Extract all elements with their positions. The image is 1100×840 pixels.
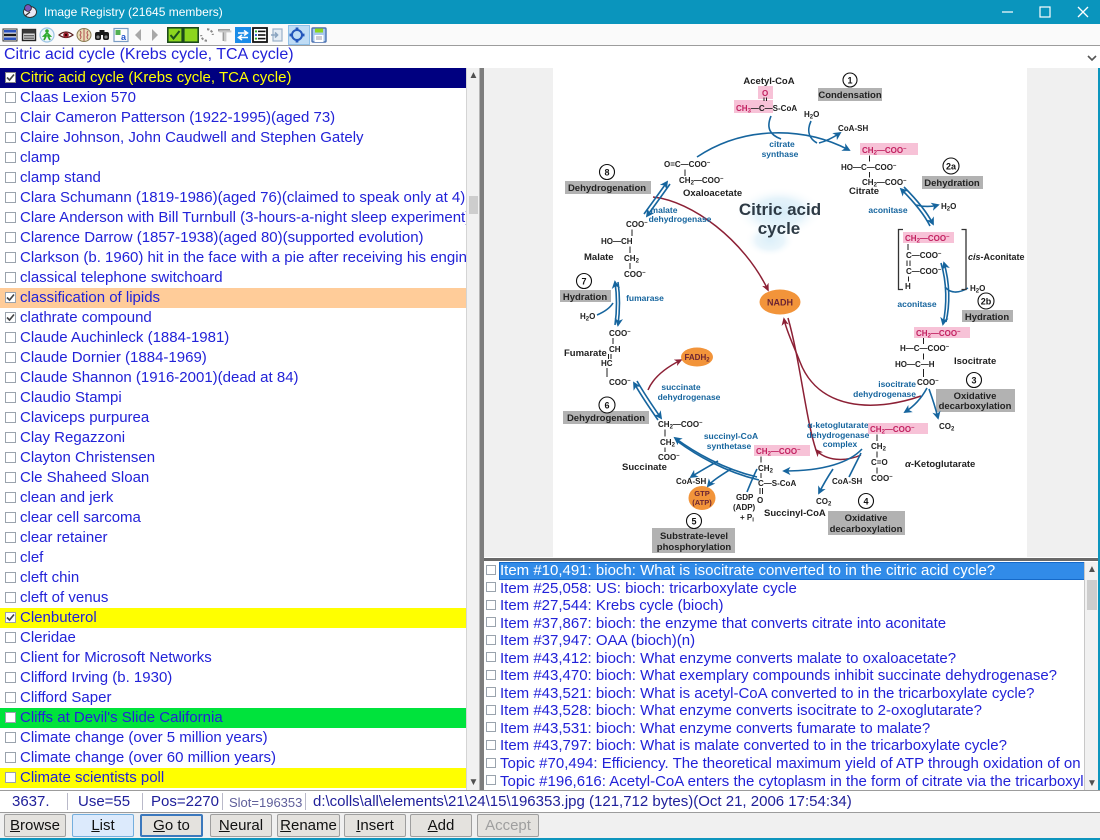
svg-text:7: 7 — [581, 277, 586, 287]
svg-text:2b: 2b — [981, 297, 992, 307]
svg-text:Acetyl-CoA: Acetyl-CoA — [743, 76, 794, 87]
svg-text:CoA-SH: CoA-SH — [676, 477, 706, 486]
svg-text:6: 6 — [604, 401, 609, 411]
svg-text:Dehydration: Dehydration — [924, 178, 980, 189]
svg-text:Dehydrogenation: Dehydrogenation — [568, 183, 646, 194]
svg-text:HO—C—H: HO—C—H — [895, 360, 935, 369]
svg-text:CH2: CH2 — [871, 442, 887, 453]
svg-text:dehydrogenase: dehydrogenase — [649, 214, 712, 224]
svg-text:CH2: CH2 — [660, 438, 676, 449]
svg-text:CH2: CH2 — [758, 464, 774, 475]
svg-text:aconitase: aconitase — [897, 299, 936, 309]
svg-text:H2O: H2O — [941, 202, 956, 213]
svg-text:aconitase: aconitase — [868, 205, 907, 215]
svg-text:COO–: COO– — [917, 378, 939, 387]
svg-text:(ADP): (ADP) — [733, 503, 756, 512]
svg-text:CH2—COO–: CH2—COO– — [679, 176, 724, 187]
svg-text:C—COO–: C—COO– — [906, 251, 942, 260]
svg-text:COO–: COO– — [624, 270, 646, 279]
svg-text:5: 5 — [691, 517, 696, 527]
svg-text:H2O: H2O — [970, 284, 985, 295]
svg-text:COO–: COO– — [609, 329, 631, 338]
svg-text:CoA-SH: CoA-SH — [832, 477, 862, 486]
svg-text:CH3—C—S-CoA: CH3—C—S-CoA — [736, 104, 797, 115]
svg-text:4: 4 — [863, 497, 868, 507]
svg-text:fumarase: fumarase — [626, 293, 664, 303]
svg-text:HO—CH: HO—CH — [601, 237, 633, 246]
svg-text:NADH: NADH — [767, 298, 793, 308]
svg-text:CH2—COO–: CH2—COO– — [862, 146, 907, 157]
svg-text:CH: CH — [609, 345, 621, 354]
svg-text:+ Pi: + Pi — [740, 513, 754, 524]
svg-text:CO2: CO2 — [939, 422, 955, 433]
svg-text:COO–: COO– — [626, 220, 648, 229]
svg-text:O=C—COO–: O=C—COO– — [664, 160, 711, 169]
svg-text:succinyl-CoA: succinyl-CoA — [704, 431, 758, 441]
svg-text:CH2—COO–: CH2—COO– — [905, 234, 950, 245]
svg-text:COO–: COO– — [609, 378, 631, 387]
svg-text:C=O: C=O — [871, 458, 888, 467]
svg-text:2a: 2a — [946, 162, 957, 172]
svg-text:Condensation: Condensation — [818, 90, 882, 101]
svg-text:decarboxylation: decarboxylation — [939, 401, 1012, 412]
svg-text:dehydrogenase: dehydrogenase — [658, 392, 721, 402]
svg-text:HC: HC — [601, 359, 613, 368]
svg-text:CH2—COO–: CH2—COO– — [870, 425, 915, 436]
svg-text:CH2: CH2 — [624, 254, 640, 265]
svg-text:CH2—COO–: CH2—COO– — [916, 329, 961, 340]
svg-text:HO—C—COO–: HO—C—COO– — [841, 163, 897, 172]
svg-text:H2O: H2O — [580, 312, 595, 323]
svg-text:decarboxylation: decarboxylation — [830, 524, 903, 535]
svg-text:complex: complex — [823, 439, 858, 449]
svg-text:Citric acid: Citric acid — [739, 200, 821, 219]
svg-text:synthetase: synthetase — [707, 441, 752, 451]
svg-text:COO–: COO– — [658, 453, 680, 462]
svg-text:phosphorylation: phosphorylation — [657, 542, 732, 553]
svg-text:cycle: cycle — [758, 219, 801, 238]
svg-text:α-ketoglutarate: α-ketoglutarate — [807, 420, 869, 430]
svg-text:8: 8 — [604, 168, 609, 178]
svg-text:Oxidative: Oxidative — [845, 513, 888, 524]
svg-text:CO2: CO2 — [816, 497, 832, 508]
svg-text:isocitrate: isocitrate — [878, 379, 916, 389]
svg-text:synthase: synthase — [762, 149, 799, 159]
svg-text:succinate: succinate — [661, 382, 700, 392]
svg-text:GTP: GTP — [694, 489, 709, 498]
svg-text:Isocitrate: Isocitrate — [954, 356, 996, 367]
svg-text:Citrate: Citrate — [849, 186, 879, 197]
svg-text:O: O — [757, 496, 763, 505]
svg-text:Hydration: Hydration — [563, 292, 608, 303]
svg-text:cis-Aconitate: cis-Aconitate — [968, 252, 1025, 262]
svg-text:H—C—COO–: H—C—COO– — [900, 344, 950, 353]
svg-text:CH2—COO–: CH2—COO– — [756, 447, 801, 458]
svg-text:Hydration: Hydration — [965, 312, 1010, 323]
svg-text:C—S-CoA: C—S-CoA — [758, 479, 796, 488]
svg-text:O: O — [762, 89, 768, 98]
svg-text:H: H — [905, 282, 911, 291]
svg-text:GDP: GDP — [736, 493, 754, 502]
svg-text:Oxaloacetate: Oxaloacetate — [683, 188, 742, 199]
svg-text:(ATP): (ATP) — [692, 498, 712, 507]
svg-text:citrate: citrate — [769, 139, 795, 149]
svg-text:Succinate: Succinate — [622, 462, 667, 473]
svg-text:CH2—COO–: CH2—COO– — [658, 420, 703, 431]
svg-text:dehydrogenase: dehydrogenase — [853, 389, 916, 399]
svg-text:3: 3 — [971, 376, 976, 386]
svg-text:Malate: Malate — [584, 252, 614, 263]
svg-text:Succinyl-CoA: Succinyl-CoA — [764, 508, 826, 519]
svg-text:COO–: COO– — [871, 474, 893, 483]
svg-text:1: 1 — [847, 76, 852, 86]
svg-text:CoA-SH: CoA-SH — [838, 124, 868, 133]
svg-text:Fumarate: Fumarate — [564, 348, 607, 359]
svg-text:H2O: H2O — [804, 110, 819, 121]
svg-text:C—COO–: C—COO– — [906, 267, 942, 276]
svg-text:α-Ketoglutarate: α-Ketoglutarate — [905, 459, 975, 470]
svg-text:Substrate-level: Substrate-level — [660, 531, 728, 542]
svg-text:Dehydrogenation: Dehydrogenation — [567, 413, 645, 424]
